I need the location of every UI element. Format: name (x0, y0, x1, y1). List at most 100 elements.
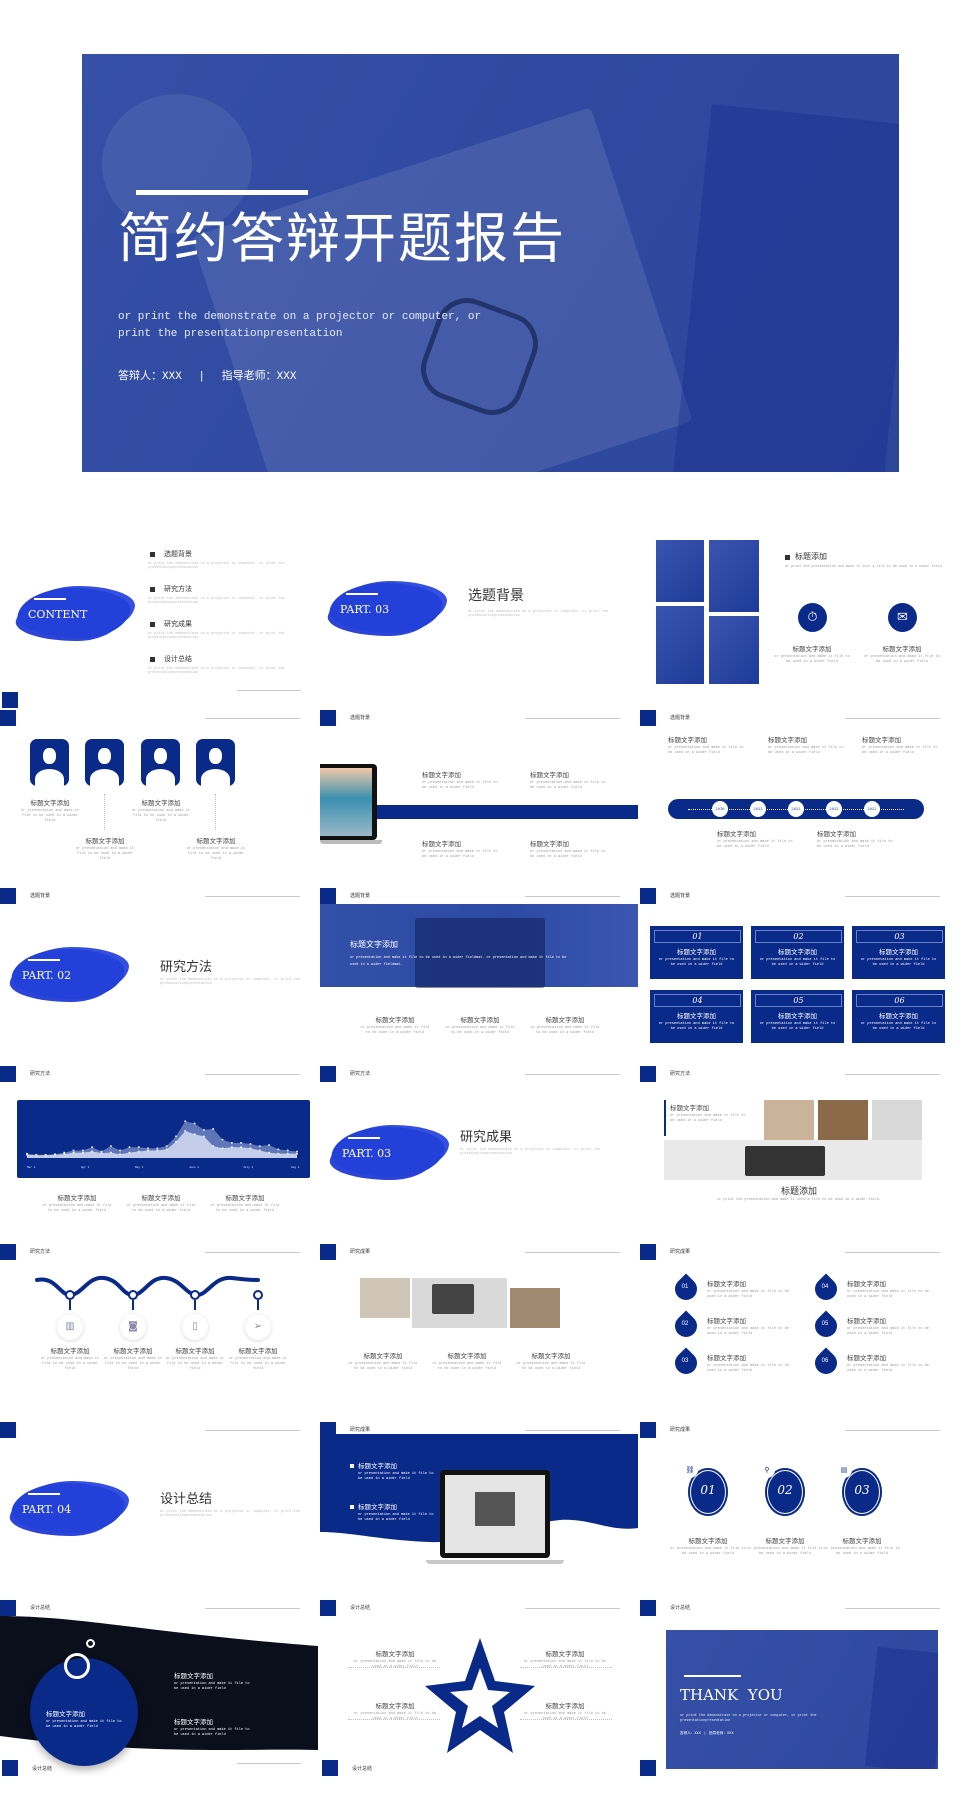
slide-star[interactable]: 设计总结 标题文字添加 or presentation and make it fi… (320, 1598, 638, 1776)
header-label: 选题背景 (670, 715, 691, 721)
data-point (91, 1146, 93, 1148)
text-block: 标题文字添加 or presentation and make it file t… (210, 1192, 280, 1214)
timeline-node[interactable]: 2022 (826, 801, 842, 817)
header-label: 选题背景 (350, 893, 371, 899)
slide-laptop-band[interactable]: 选题背景 标题文字添加 or presentation and make it fi… (320, 708, 638, 886)
avatar-card[interactable] (30, 739, 69, 786)
timeline-node[interactable]: 2022 (788, 801, 804, 817)
footer-label: 设计总结 (352, 1766, 373, 1772)
brush-stroke-graphic: PART. 03 (328, 1119, 448, 1185)
numbered-card[interactable]: 02 标题文字添加 or presentation and make it file… (751, 926, 844, 979)
numbered-card[interactable]: 06 标题文字添加 or presentation and make it file… (852, 990, 945, 1043)
avatar-card[interactable] (85, 739, 124, 786)
data-point (91, 1150, 93, 1153)
data-point (119, 1153, 121, 1156)
block-heading: 标题文字添加 (196, 837, 236, 845)
block-heading: 标题文字添加 (175, 1347, 215, 1355)
wave-pin[interactable] (128, 1290, 138, 1300)
data-point (175, 1141, 177, 1143)
thank-you-panel[interactable]: THANK YOU or print the demonstrate on a p… (666, 1630, 938, 1769)
x-tick-label: July 1 (243, 1165, 253, 1169)
slide-half-circles[interactable]: 研究成果 01 标题文字添加 or presentation and make it … (640, 1242, 958, 1420)
data-point (63, 1151, 66, 1154)
slide-photo-grid[interactable]: 标题添加 or print the presentation and make i… (640, 530, 958, 708)
block-heading: 标题文字添加 (707, 1354, 746, 1362)
x-tick-label: Apr 1 (81, 1166, 90, 1169)
block-body: or presentation and make it file to be u… (707, 1364, 789, 1373)
slide-area-chart[interactable]: 研究方法 Mar 1 Apr 1 May 1 June 1 July 1 Aug 1 标题文字… (0, 1064, 318, 1242)
block-heading: 标题文字添加 (792, 645, 832, 653)
block-heading: 标题文字添加 (460, 1016, 500, 1024)
slide-numbered-cards[interactable]: 选题背景 01 标题文字添加 or presentation and make it … (640, 886, 958, 1064)
laptop-base (320, 840, 382, 844)
feature-circle[interactable]: ⏱ (798, 603, 827, 632)
numbered-card[interactable]: 05 标题文字添加 or presentation and make it file… (751, 990, 844, 1043)
slide-dark-wave[interactable]: 设计总结 标题文字添加 or presentation and make it fi… (0, 1598, 318, 1776)
contents-item[interactable]: 设计总结 (164, 654, 192, 664)
block-heading: 标题文字添加 (50, 1347, 90, 1355)
slide-contents[interactable]: CONTENT 选题背景 or print the demonstrate on a… (0, 530, 318, 708)
block-heading: 标题文字添加 (174, 1672, 213, 1680)
slide-blue-wave-laptop[interactable]: 研究成果 标题文字添加 or presentation and make it fi… (320, 1420, 638, 1598)
data-point (72, 1149, 75, 1152)
wave-pin[interactable] (253, 1290, 263, 1300)
text-block: 标题文字添加 or presentation and make it file t… (226, 1345, 290, 1372)
contents-item[interactable]: 研究方法 (164, 584, 192, 594)
slide-team[interactable]: 标题文字添加 or presentation and make it file t… (0, 708, 318, 886)
slide-banner[interactable]: 选题背景 标题文字添加 or presentation and make it fi… (320, 886, 638, 1064)
section-desc: or print the demonstrate on a projector … (460, 1148, 601, 1156)
block-heading: 标题文字添加 (778, 1012, 817, 1020)
divider (237, 690, 301, 691)
wave-pin[interactable] (65, 1290, 75, 1300)
collage-photo (818, 1100, 868, 1140)
circle-number: 03 (854, 1483, 870, 1497)
numbered-card[interactable]: 04 标题文字添加 or presentation and make it file… (650, 990, 743, 1043)
text-block: 标题文字添加 or presentation and make it file t… (717, 828, 797, 850)
mail-icon: ✉ (897, 610, 908, 625)
timeline-node[interactable]: 2022 (750, 801, 766, 817)
slide-thank-you[interactable]: 设计总结 THANK YOU or print the demonstrate on… (640, 1598, 958, 1776)
block-body: or presentation and make it file to be u… (348, 1362, 418, 1371)
block-body: or presentation and make it file to be u… (817, 840, 893, 849)
header-divider (205, 1430, 300, 1431)
slide-section-01[interactable]: PART. 03 选题背景 or print the demonstrate on … (320, 530, 638, 708)
avatar-card[interactable] (141, 739, 180, 786)
timeline-node[interactable]: 2022 (864, 801, 880, 817)
data-point (100, 1150, 103, 1153)
avatar-card[interactable] (196, 739, 235, 786)
data-point (268, 1144, 270, 1146)
laptop-wallpaper (320, 768, 372, 836)
slide-photo-collage[interactable]: 研究方法 标题文字添加 or presentation and make it fi… (640, 1064, 958, 1242)
text-block: 标题文字添加 or presentation and make it file t… (182, 835, 250, 862)
slide-section-04[interactable]: PART. 04 设计总结 or print the demonstrate on … (0, 1420, 318, 1598)
wave-pin[interactable] (190, 1290, 200, 1300)
header-square (320, 888, 336, 904)
cover-slide[interactable]: 简约答辩开题报告 or print the demonstrate on a p… (82, 54, 899, 472)
section-desc: or print the demonstrate on a projector … (160, 1510, 301, 1518)
header-label: 研究成果 (670, 1249, 691, 1255)
slide-timeline[interactable]: 选题背景 2016 2022 2022 2022 2022 标题文字添加 or present… (640, 708, 958, 886)
step-icon-circle: ◙ (120, 1314, 146, 1340)
header-square (320, 1244, 336, 1260)
data-point (175, 1135, 177, 1138)
numbered-card[interactable]: 03 标题文字添加 or presentation and make it file… (852, 926, 945, 979)
numbered-card[interactable]: 01 标题文字添加 or presentation and make it file… (650, 926, 743, 979)
person-icon-head (154, 748, 167, 764)
block-body: or presentation and make it file to be u… (103, 1357, 163, 1371)
contents-item[interactable]: 选题背景 (164, 549, 192, 559)
slide-wave-steps[interactable]: 研究方法 ▥ 标题文字添加 or presentation and make it f… (0, 1242, 318, 1420)
block-heading: 标题文字添加 (46, 1710, 85, 1718)
contents-item[interactable]: 研究成果 (164, 619, 192, 629)
block-heading: 标题文字添加 (238, 1347, 278, 1355)
slide-numbered-circles[interactable]: 研究成果 01 ⛓ 标题文字添加 or presentation and make it… (640, 1420, 958, 1598)
block-body: or presentation and make it file to be u… (658, 958, 735, 967)
slide-section-02[interactable]: 选题背景 PART. 02 研究方法 or print the demonstrate… (0, 886, 318, 1064)
cover-photo-book (673, 104, 899, 472)
block-heading: 标题文字添加 (422, 771, 461, 779)
header-divider (205, 718, 300, 719)
data-point (82, 1149, 84, 1152)
timeline-node[interactable]: 2016 (712, 801, 728, 817)
slide-photo-strip[interactable]: 研究成果 标题文字添加 or presentation and make it fi… (320, 1242, 638, 1420)
slide-section-03[interactable]: 研究方法 PART. 03 研究成果 or print the demonstrate… (320, 1064, 638, 1242)
feature-circle[interactable]: ✉ (888, 603, 917, 632)
